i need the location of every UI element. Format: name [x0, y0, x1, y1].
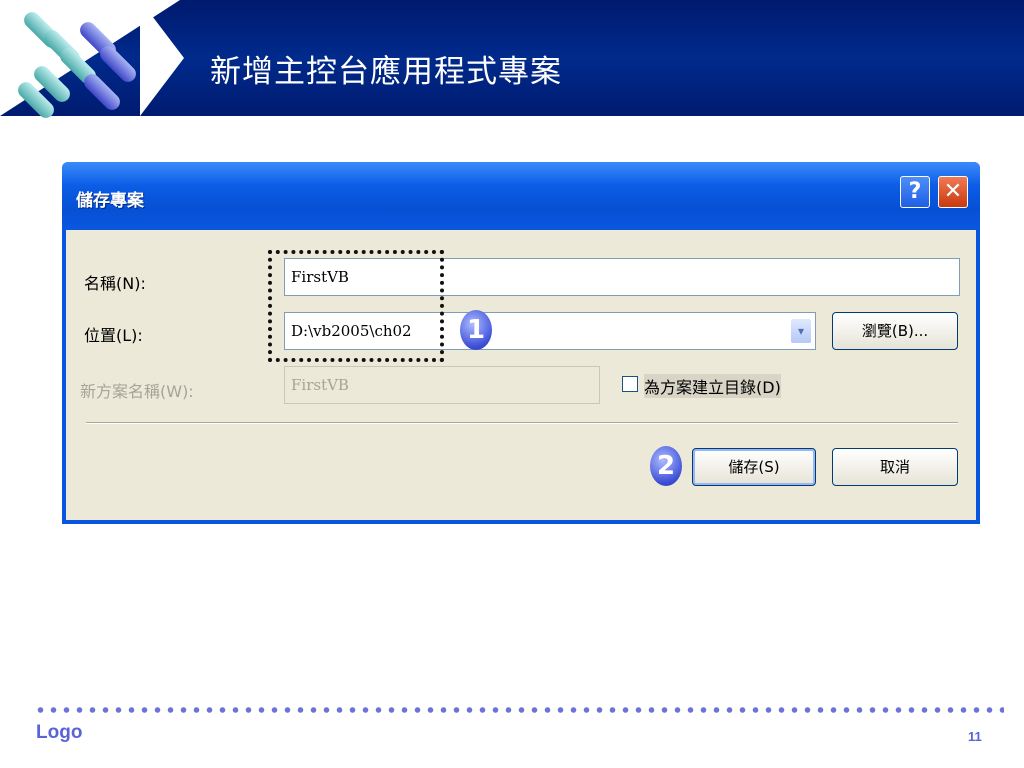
dialog-body: 名稱(N): FirstVB 位置(L): D:\vb2005\ch02 ▾ 瀏…: [66, 230, 976, 520]
close-icon[interactable]: ✕: [938, 176, 968, 208]
footer-dotted-line: [34, 705, 1004, 715]
save-button[interactable]: 儲存(S): [692, 448, 816, 486]
dialog-titlebar[interactable]: 儲存專案 ? ✕: [62, 162, 980, 230]
slide-header: 新增主控台應用程式專案: [0, 0, 1024, 122]
name-label: 名稱(N):: [84, 274, 146, 293]
solution-name-field[interactable]: FirstVB: [284, 366, 600, 404]
page-number: 11: [968, 729, 982, 744]
create-directory-checkbox[interactable]: [622, 376, 638, 392]
chevron-down-icon[interactable]: ▾: [791, 319, 811, 343]
header-arrow-wedge: [140, 0, 184, 116]
save-project-dialog: 儲存專案 ? ✕ 名稱(N): FirstVB 位置(L): D:\vb2005…: [62, 162, 980, 524]
solution-name-label: 新方案名稱(W):: [80, 382, 194, 401]
slide-title: 新增主控台應用程式專案: [210, 54, 562, 90]
highlight-dotted-box: [268, 250, 444, 362]
divider: [86, 422, 958, 424]
step-1-badge: 1: [460, 310, 492, 350]
create-directory-label[interactable]: 為方案建立目錄(D): [644, 374, 781, 398]
browse-button[interactable]: 瀏覽(B)...: [832, 312, 958, 350]
cancel-button[interactable]: 取消: [832, 448, 958, 486]
help-icon[interactable]: ?: [900, 176, 930, 208]
dialog-title: 儲存專案: [76, 191, 144, 211]
location-label: 位置(L):: [84, 326, 143, 345]
footer-logo: Logo: [36, 722, 83, 743]
step-2-badge: 2: [650, 446, 682, 486]
